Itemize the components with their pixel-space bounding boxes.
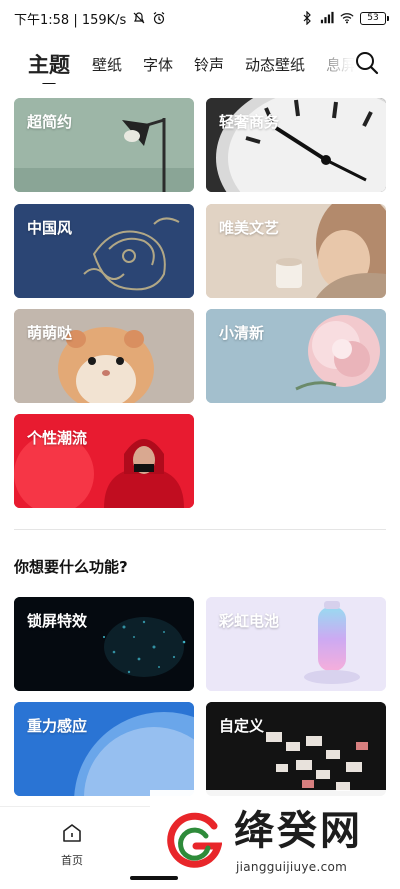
card-label: 彩虹电池 xyxy=(219,612,280,630)
tab-ringtone[interactable]: 铃声 xyxy=(194,54,224,75)
section-divider xyxy=(14,529,386,530)
card-label: 重力感应 xyxy=(27,717,88,735)
search-icon xyxy=(356,52,379,75)
theme-card-cute[interactable]: 萌萌哒 xyxy=(14,309,194,403)
bluetooth-icon xyxy=(303,11,311,25)
watermark-url: jiangguijiuye.com xyxy=(236,860,348,874)
card-label: 超简约 xyxy=(27,113,73,131)
alarm-icon xyxy=(153,12,165,25)
tab-font[interactable]: 字体 xyxy=(143,54,173,75)
feature-card-rainbow-battery[interactable]: 彩虹电池 xyxy=(206,597,386,691)
nav-home[interactable]: 首页 xyxy=(52,821,92,868)
tab-live-wallpaper[interactable]: 动态壁纸 xyxy=(245,54,305,75)
watermark-logo-icon xyxy=(167,812,222,868)
card-label: 锁屏特效 xyxy=(27,612,88,630)
signal-icon xyxy=(320,11,334,24)
card-label: 中国风 xyxy=(27,219,73,237)
tab-theme[interactable]: 主题 xyxy=(28,49,70,84)
card-label: 小清新 xyxy=(219,324,265,342)
card-label: 轻奢商务 xyxy=(219,113,280,131)
card-label: 个性潮流 xyxy=(27,429,88,447)
battery-level: 53 xyxy=(367,13,379,23)
wifi-icon xyxy=(340,13,354,24)
card-label: 萌萌哒 xyxy=(27,324,73,342)
theme-card-trendy[interactable]: 个性潮流 xyxy=(14,414,194,508)
feature-card-custom[interactable]: 自定义 xyxy=(206,702,386,796)
theme-card-artistic[interactable]: 唯美文艺 xyxy=(206,204,386,298)
status-bar: 下午1:58 | 159K/s 53 xyxy=(0,0,400,36)
tab-aod[interactable]: 息屏 xyxy=(326,54,356,75)
status-time: 下午1:58 | 159K/s xyxy=(14,12,127,28)
watermark-title: 绛癸网 xyxy=(234,807,363,854)
watermark: 绛癸网 jiangguijiuye.com xyxy=(150,790,400,889)
theme-card-fresh[interactable]: 小清新 xyxy=(206,309,386,403)
search-button[interactable] xyxy=(354,50,380,76)
card-label: 自定义 xyxy=(219,717,265,735)
alarm-off-icon xyxy=(133,12,145,24)
battery-icon: 53 xyxy=(360,11,389,25)
nav-home-label: 首页 xyxy=(61,854,83,867)
category-tabs: 主题 壁纸 字体 铃声 动态壁纸 息屏 xyxy=(0,44,400,84)
feature-card-lockscreen-effects[interactable]: 锁屏特效 xyxy=(14,597,194,691)
theme-card-chinese-style[interactable]: 中国风 xyxy=(14,204,194,298)
theme-card-minimal[interactable]: 超简约 xyxy=(14,98,194,192)
theme-card-business[interactable]: 轻奢商务 xyxy=(206,98,386,192)
card-label: 唯美文艺 xyxy=(219,219,280,237)
feature-card-gravity-sensor[interactable]: 重力感应 xyxy=(14,702,194,796)
home-icon xyxy=(63,824,81,842)
home-indicator xyxy=(130,876,178,880)
tab-wallpaper[interactable]: 壁纸 xyxy=(92,54,122,75)
section-title: 你想要什么功能? xyxy=(14,558,128,576)
